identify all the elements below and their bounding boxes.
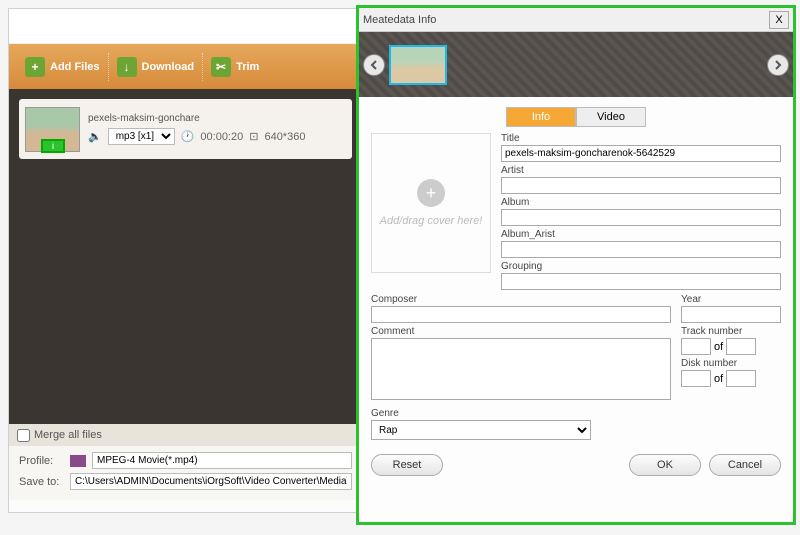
dialog-buttons: Reset OK Cancel xyxy=(359,444,793,486)
album-artist-input[interactable] xyxy=(501,241,781,258)
file-name: pexels-maksim-gonchare xyxy=(88,113,346,124)
carousel-thumbnail[interactable] xyxy=(389,45,447,85)
trim-button[interactable]: ✂ Trim xyxy=(203,53,267,81)
reset-button[interactable]: Reset xyxy=(371,454,443,476)
trim-icon: ✂ xyxy=(211,57,231,77)
title-label: Title xyxy=(501,133,781,144)
download-icon: ↓ xyxy=(117,57,137,77)
artist-label: Artist xyxy=(501,165,781,176)
disk-b-input[interactable] xyxy=(726,370,756,387)
add-files-label: Add Files xyxy=(50,61,100,73)
clock-icon: 🕐 xyxy=(181,130,195,143)
profile-label: Profile: xyxy=(19,455,64,467)
metadata-dialog: Meatedata Info X Info Video + Add/drag c… xyxy=(356,5,796,525)
track-label: Track number xyxy=(681,326,781,337)
tab-info[interactable]: Info xyxy=(506,107,576,127)
composer-input[interactable] xyxy=(371,306,671,323)
tabs: Info Video xyxy=(359,107,793,127)
format-select[interactable]: mp3 [x1] xyxy=(108,128,175,145)
meta-body: + Add/drag cover here! Title Artist Albu… xyxy=(359,133,793,290)
disk-label: Disk number xyxy=(681,358,781,369)
close-button[interactable]: X xyxy=(769,11,789,29)
carousel-next-button[interactable] xyxy=(767,54,789,76)
artist-input[interactable] xyxy=(501,177,781,194)
album-input[interactable] xyxy=(501,209,781,226)
album-artist-label: Album_Arist xyxy=(501,229,781,240)
merge-checkbox[interactable] xyxy=(17,429,30,442)
resolution-icon: ⊡ xyxy=(249,130,258,143)
add-files-icon: + xyxy=(25,57,45,77)
dialog-titlebar: Meatedata Info X xyxy=(359,8,793,32)
chevron-left-icon xyxy=(369,60,379,70)
profile-input[interactable] xyxy=(92,452,352,469)
profile-icon xyxy=(70,455,86,467)
carousel xyxy=(359,32,793,97)
lower-fields: Composer Comment Year Track number of Di… xyxy=(359,290,793,404)
saveto-input[interactable] xyxy=(70,473,352,490)
title-input[interactable] xyxy=(501,145,781,162)
ok-button[interactable]: OK xyxy=(629,454,701,476)
info-icon[interactable]: i xyxy=(41,139,65,153)
chevron-right-icon xyxy=(773,60,783,70)
cover-hint: Add/drag cover here! xyxy=(380,215,483,227)
carousel-prev-button[interactable] xyxy=(363,54,385,76)
add-files-button[interactable]: + Add Files xyxy=(17,53,109,81)
year-label: Year xyxy=(681,294,781,305)
comment-input[interactable] xyxy=(371,338,671,400)
file-info: pexels-maksim-gonchare 🔈 mp3 [x1] 🕐 00:0… xyxy=(88,113,346,145)
merge-row: Merge all files xyxy=(9,424,362,446)
add-cover-icon: + xyxy=(417,179,445,207)
saveto-label: Save to: xyxy=(19,476,64,488)
cancel-button[interactable]: Cancel xyxy=(709,454,781,476)
main-window: + Add Files ↓ Download ✂ Trim i pexels-m… xyxy=(8,8,363,513)
file-meta: 🔈 mp3 [x1] 🕐 00:00:20 ⊡ 640*360 xyxy=(88,128,346,145)
track-b-input[interactable] xyxy=(726,338,756,355)
cover-dropzone[interactable]: + Add/drag cover here! xyxy=(371,133,491,273)
file-thumbnail: i xyxy=(25,107,80,152)
track-a-input[interactable] xyxy=(681,338,711,355)
duration: 00:00:20 xyxy=(200,131,243,143)
genre-row: Genre Rap xyxy=(359,404,793,444)
tab-video[interactable]: Video xyxy=(576,107,646,127)
dialog-title: Meatedata Info xyxy=(363,14,436,26)
file-list: i pexels-maksim-gonchare 🔈 mp3 [x1] 🕐 00… xyxy=(9,89,362,424)
album-label: Album xyxy=(501,197,781,208)
toolbar: + Add Files ↓ Download ✂ Trim xyxy=(9,44,362,89)
comment-label: Comment xyxy=(371,326,671,337)
resolution: 640*360 xyxy=(264,131,305,143)
year-input[interactable] xyxy=(681,306,781,323)
grouping-label: Grouping xyxy=(501,261,781,272)
download-button[interactable]: ↓ Download xyxy=(109,53,204,81)
grouping-input[interactable] xyxy=(501,273,781,290)
file-row[interactable]: i pexels-maksim-gonchare 🔈 mp3 [x1] 🕐 00… xyxy=(19,99,352,159)
genre-label: Genre xyxy=(371,408,781,419)
genre-select[interactable]: Rap xyxy=(371,420,591,440)
merge-label: Merge all files xyxy=(34,429,102,441)
disk-a-input[interactable] xyxy=(681,370,711,387)
bottom-panel: Profile: Save to: xyxy=(9,446,362,500)
composer-label: Composer xyxy=(371,294,671,305)
speaker-icon: 🔈 xyxy=(88,130,102,143)
download-label: Download xyxy=(142,61,195,73)
trim-label: Trim xyxy=(236,61,259,73)
header xyxy=(9,9,362,44)
